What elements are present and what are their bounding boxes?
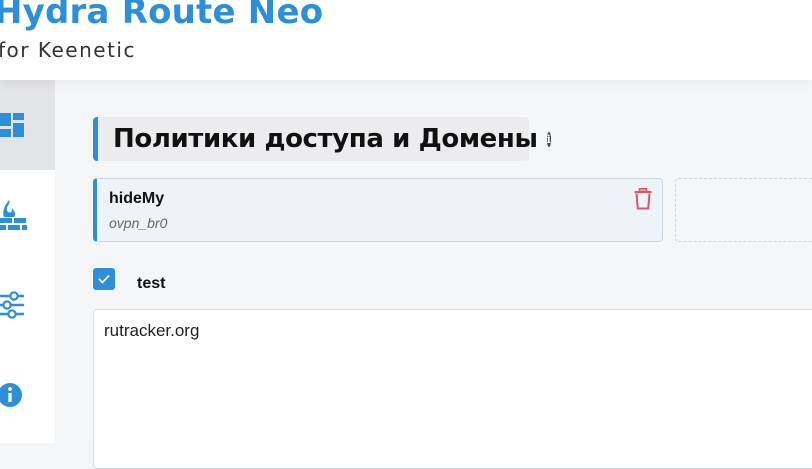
sidebar xyxy=(0,80,55,443)
info-icon xyxy=(0,383,22,407)
add-policy-card[interactable] xyxy=(675,178,812,242)
group-label: test xyxy=(137,275,166,292)
dashboard-icon xyxy=(0,113,24,137)
sidebar-item-firewall[interactable] xyxy=(0,170,55,260)
sidebar-item-info[interactable] xyxy=(0,350,55,440)
domains-textarea[interactable]: rutracker.org xyxy=(93,309,812,469)
policy-name: hideMy xyxy=(109,190,165,207)
main-content: Политики доступа и Домены i hideMy ovpn_… xyxy=(55,80,812,469)
firewall-icon xyxy=(0,200,27,230)
app-header: Hydra Route Neo for Keenetic xyxy=(0,0,812,80)
section-header: Политики доступа и Домены i xyxy=(93,117,551,161)
settings-sliders-icon xyxy=(0,291,24,319)
page-title: Политики доступа и Домены xyxy=(113,124,538,154)
policy-card[interactable]: hideMy ovpn_br0 xyxy=(93,178,663,242)
policy-interface: ovpn_br0 xyxy=(109,215,168,231)
app-subtitle: for Keenetic xyxy=(0,38,136,62)
sidebar-item-settings[interactable] xyxy=(0,260,55,350)
group-checkbox[interactable] xyxy=(93,268,115,290)
app-title: Hydra Route Neo xyxy=(0,0,324,32)
sidebar-item-dashboard[interactable] xyxy=(0,80,55,170)
help-info-icon[interactable]: i xyxy=(546,131,551,147)
checkmark-icon xyxy=(98,274,110,284)
trash-icon[interactable] xyxy=(634,188,652,210)
